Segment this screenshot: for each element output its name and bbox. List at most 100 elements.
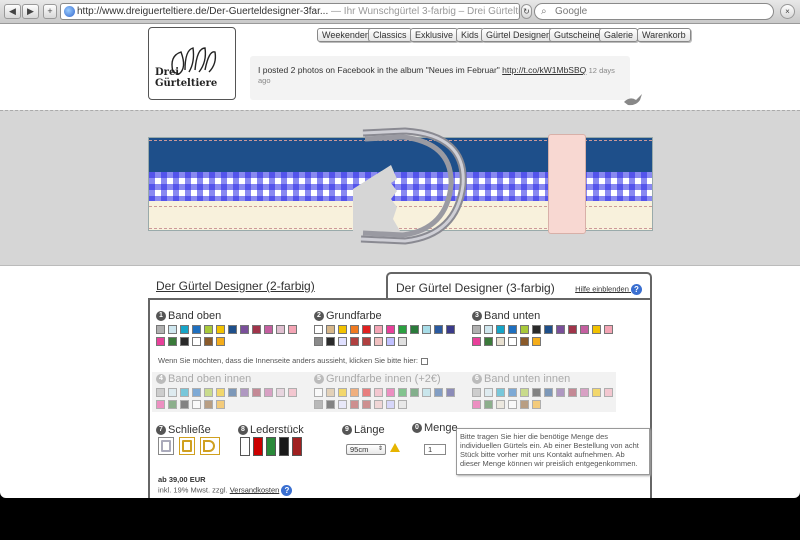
laenge-select[interactable]: 95cm ⇕	[346, 444, 386, 455]
color-swatch[interactable]	[338, 325, 347, 334]
color-swatch[interactable]	[180, 388, 189, 397]
color-swatch[interactable]	[216, 325, 225, 334]
color-swatch[interactable]	[386, 325, 395, 334]
color-swatch[interactable]	[532, 388, 541, 397]
reload-button[interactable]: ↻	[521, 4, 532, 19]
color-swatch[interactable]	[508, 400, 517, 409]
color-swatch[interactable]	[496, 400, 505, 409]
leather-swatch[interactable]	[266, 437, 276, 456]
color-swatch[interactable]	[520, 388, 529, 397]
color-swatch[interactable]	[156, 388, 165, 397]
color-swatch[interactable]	[374, 325, 383, 334]
color-swatch[interactable]	[520, 325, 529, 334]
tab-designer-3-farbig[interactable]: Der Gürtel Designer (3-farbig) Hilfe ein…	[386, 272, 652, 298]
forward-button[interactable]: ▶	[22, 4, 39, 19]
color-swatch[interactable]	[180, 400, 189, 409]
color-swatch[interactable]	[314, 325, 323, 334]
color-swatch[interactable]	[544, 388, 553, 397]
nav-classics[interactable]: Classics	[368, 28, 412, 42]
color-swatch[interactable]	[350, 337, 359, 346]
nav-galerie[interactable]: Galerie	[599, 28, 639, 42]
color-swatch[interactable]	[484, 337, 493, 346]
color-swatch[interactable]	[532, 337, 541, 346]
color-swatch[interactable]	[252, 388, 261, 397]
clasp-gold-rect-icon[interactable]	[179, 437, 195, 455]
nav-gutscheine[interactable]: Gutscheine	[549, 28, 605, 42]
color-swatch[interactable]	[520, 400, 529, 409]
versandkosten-link[interactable]: Versandkosten	[230, 485, 280, 494]
color-swatch[interactable]	[168, 400, 177, 409]
color-swatch[interactable]	[386, 400, 395, 409]
color-swatch[interactable]	[434, 388, 443, 397]
color-swatch[interactable]	[472, 325, 481, 334]
color-swatch[interactable]	[374, 400, 383, 409]
color-swatch[interactable]	[228, 325, 237, 334]
color-swatch[interactable]	[472, 400, 481, 409]
color-swatch[interactable]	[350, 388, 359, 397]
color-swatch[interactable]	[604, 325, 613, 334]
color-swatch[interactable]	[398, 337, 407, 346]
color-swatch[interactable]	[288, 388, 297, 397]
color-swatch[interactable]	[434, 325, 443, 334]
search-field[interactable]: ⌕ Google	[534, 3, 774, 20]
color-swatch[interactable]	[446, 388, 455, 397]
clasp-silver-rect-icon[interactable]	[158, 437, 174, 455]
color-swatch[interactable]	[338, 400, 347, 409]
color-swatch[interactable]	[568, 388, 577, 397]
color-swatch[interactable]	[168, 325, 177, 334]
leather-swatch[interactable]	[253, 437, 263, 456]
color-swatch[interactable]	[484, 400, 493, 409]
color-swatch[interactable]	[204, 400, 213, 409]
color-swatch[interactable]	[508, 337, 517, 346]
color-swatch[interactable]	[314, 388, 323, 397]
color-swatch[interactable]	[386, 337, 395, 346]
color-swatch[interactable]	[276, 388, 285, 397]
color-swatch[interactable]	[532, 325, 541, 334]
color-swatch[interactable]	[264, 388, 273, 397]
color-swatch[interactable]	[326, 400, 335, 409]
help-toggle[interactable]: Hilfe einblenden ?	[575, 284, 642, 295]
color-swatch[interactable]	[216, 388, 225, 397]
warning-icon[interactable]	[390, 443, 400, 452]
color-swatch[interactable]	[580, 325, 589, 334]
color-swatch[interactable]	[192, 325, 201, 334]
color-swatch[interactable]	[520, 337, 529, 346]
color-swatch[interactable]	[362, 400, 371, 409]
color-swatch[interactable]	[532, 400, 541, 409]
color-swatch[interactable]	[362, 388, 371, 397]
color-swatch[interactable]	[192, 388, 201, 397]
color-swatch[interactable]	[204, 337, 213, 346]
color-swatch[interactable]	[252, 325, 261, 334]
color-swatch[interactable]	[508, 325, 517, 334]
menge-input[interactable]: 1	[424, 444, 446, 455]
color-swatch[interactable]	[472, 337, 481, 346]
color-swatch[interactable]	[422, 325, 431, 334]
color-swatch[interactable]	[180, 337, 189, 346]
color-swatch[interactable]	[568, 325, 577, 334]
color-swatch[interactable]	[326, 388, 335, 397]
color-swatch[interactable]	[580, 388, 589, 397]
address-bar[interactable]: http://www.dreiguerteltiere.de/Der-Guert…	[60, 3, 520, 20]
nav-weekender[interactable]: Weekender	[317, 28, 373, 42]
leather-swatch[interactable]	[279, 437, 289, 456]
color-swatch[interactable]	[156, 325, 165, 334]
color-swatch[interactable]	[264, 325, 273, 334]
color-swatch[interactable]	[288, 325, 297, 334]
color-swatch[interactable]	[204, 325, 213, 334]
color-swatch[interactable]	[326, 325, 335, 334]
color-swatch[interactable]	[326, 337, 335, 346]
color-swatch[interactable]	[496, 325, 505, 334]
color-swatch[interactable]	[314, 400, 323, 409]
color-swatch[interactable]	[544, 325, 553, 334]
clear-search-icon[interactable]: ×	[780, 4, 795, 19]
color-swatch[interactable]	[314, 337, 323, 346]
color-swatch[interactable]	[556, 325, 565, 334]
nav-guertel-designer[interactable]: Gürtel Designer	[481, 28, 555, 42]
clasp-d-ring-icon[interactable]	[200, 437, 220, 455]
color-swatch[interactable]	[386, 388, 395, 397]
color-swatch[interactable]	[398, 388, 407, 397]
color-swatch[interactable]	[496, 337, 505, 346]
color-swatch[interactable]	[484, 388, 493, 397]
color-swatch[interactable]	[422, 388, 431, 397]
color-swatch[interactable]	[276, 325, 285, 334]
